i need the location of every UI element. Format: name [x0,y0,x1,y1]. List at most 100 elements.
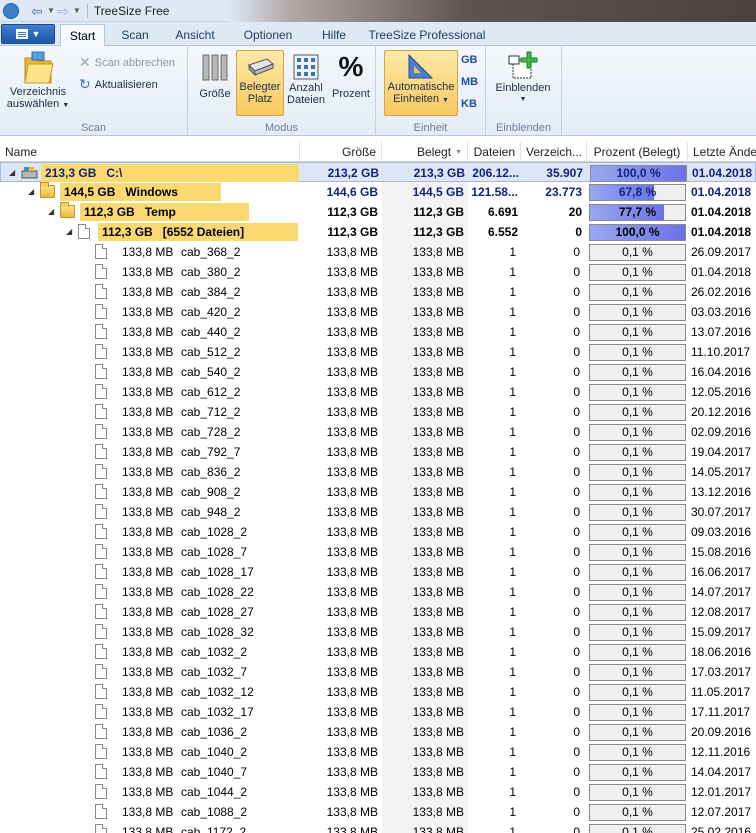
forward-arrow-icon[interactable]: ⇨ [55,3,71,19]
column-header-verzeichnisse[interactable]: Verzeich... [521,142,587,162]
file-icon [95,724,107,739]
table-row[interactable]: 133,8 MB cab_836_2 133,8 MB 133,8 MB 1 0 0,1 %… [0,462,756,482]
cell-letzte-aenderung: 16.04.2016 [691,365,752,379]
table-row[interactable]: 133,8 MB cab_1040_7 133,8 MB 133,8 MB 1 0 0,1 … [0,762,756,782]
cell-groesse: 133,8 MB [326,725,378,739]
table-row[interactable]: 133,8 MB cab_948_2 133,8 MB 133,8 MB 1 0 0,1 %… [0,502,756,522]
file-name-label: cab_908_2 [181,485,241,499]
tab-hilfe[interactable]: Hilfe [314,24,354,46]
table-row[interactable]: 133,8 MB cab_1028_2 133,8 MB 133,8 MB 1 0 0,1 … [0,522,756,542]
column-header-letzte-aenderung[interactable]: Letzte Ände [688,142,756,162]
file-name-label: cab_1040_2 [181,745,248,759]
table-row[interactable]: 133,8 MB cab_908_2 133,8 MB 133,8 MB 1 0 0,1 %… [0,482,756,502]
tab-optionen[interactable]: Optionen [236,24,300,46]
app-menu-button[interactable]: ▼ [1,24,55,44]
cell-belegt: 133,8 MB [412,525,464,539]
percent-bar: 100,0 % [589,224,686,241]
tab-start[interactable]: Start [60,24,105,47]
column-header-belegt[interactable]: Belegt ▼ [382,142,468,162]
table-row[interactable]: 133,8 MB cab_612_2 133,8 MB 133,8 MB 1 0 0,1 %… [0,382,756,402]
table-row[interactable]: 133,8 MB cab_1040_2 133,8 MB 133,8 MB 1 0 0,1 … [0,742,756,762]
table-row[interactable]: 133,8 MB cab_1044_2 133,8 MB 133,8 MB 1 0 0,1 … [0,782,756,802]
expand-collapse-icon[interactable]: ◢ [48,207,54,216]
cell-letzte-aenderung: 25.02.2016 [691,825,752,833]
unit-mb-button[interactable]: MB [461,76,478,88]
percent-bar-text: 0,1 % [622,605,653,619]
tree-grid[interactable]: Name Größe Belegt ▼ Dateien Verzeich... P… [0,136,756,833]
table-row[interactable]: 133,8 MB cab_1028_27 133,8 MB 133,8 MB 1 0 0,1… [0,602,756,622]
table-row[interactable]: 133,8 MB cab_712_2 133,8 MB 133,8 MB 1 0 0,1 %… [0,402,756,422]
file-size-label: 133,8 MB [122,645,174,659]
table-row[interactable]: 133,8 MB cab_512_2 133,8 MB 133,8 MB 1 0 0,1 %… [0,342,756,362]
forward-dropdown-icon[interactable]: ▼ [73,6,81,15]
back-dropdown-icon[interactable]: ▼ [47,6,55,15]
treesize-app-icon[interactable] [3,2,19,19]
scan-abort-button[interactable]: ✕ Scan abbrechen [79,54,175,71]
unit-gb-button[interactable]: GB [461,54,478,66]
table-row[interactable]: 133,8 MB cab_1032_2 133,8 MB 133,8 MB 1 0 0,1 … [0,642,756,662]
refresh-button[interactable]: ↻ Aktualisieren [79,76,158,93]
mode-file-count-label-2: Dateien [287,94,325,106]
cell-groesse: 144,6 GB [326,185,378,199]
tab-scan[interactable]: Scan [113,24,157,46]
table-row[interactable]: 133,8 MB cab_1028_22 133,8 MB 133,8 MB 1 0 0,1… [0,582,756,602]
cell-verzeichnisse: 0 [573,505,580,519]
expand-collapse-icon[interactable]: ◢ [28,187,34,196]
table-row[interactable]: 133,8 MB cab_380_2 133,8 MB 133,8 MB 1 0 0,1 %… [0,262,756,282]
cell-dateien: 1 [509,605,516,619]
expand-collapse-icon[interactable]: ◢ [9,168,15,177]
file-count-icon [293,54,319,80]
table-row[interactable]: 133,8 MB cab_1028_7 133,8 MB 133,8 MB 1 0 0,1 … [0,542,756,562]
table-row[interactable]: ◢ 112,3 GB [6552 Dateien] 112,3 GB 112,3 GB… [0,222,756,242]
cell-groesse: 133,8 MB [326,285,378,299]
table-row[interactable]: 133,8 MB cab_440_2 133,8 MB 133,8 MB 1 0 0,1 %… [0,322,756,342]
column-header-dateien[interactable]: Dateien [468,142,521,162]
table-row[interactable]: 133,8 MB cab_792_7 133,8 MB 133,8 MB 1 0 0,1 %… [0,442,756,462]
cell-belegt: 133,8 MB [412,485,464,499]
expand-collapse-icon[interactable]: ◢ [66,227,72,236]
table-row[interactable]: 133,8 MB cab_1036_2 133,8 MB 133,8 MB 1 0 0,1 … [0,722,756,742]
cell-belegt: 133,8 MB [412,325,464,339]
mode-size-button[interactable]: Größe [196,52,234,102]
table-row[interactable]: 133,8 MB cab_420_2 133,8 MB 133,8 MB 1 0 0,1 %… [0,302,756,322]
column-header-name[interactable]: Name [0,142,300,162]
file-icon [95,704,107,719]
cell-groesse: 133,8 MB [326,585,378,599]
auto-units-label-2: Einheiten [393,93,439,105]
auto-units-button[interactable]: Automatische Einheiten ▼ [384,50,458,116]
table-row[interactable]: 133,8 MB cab_728_2 133,8 MB 133,8 MB 1 0 0,1 %… [0,422,756,442]
column-header-prozent[interactable]: Prozent (Belegt) [587,142,688,162]
table-row[interactable]: 133,8 MB cab_1032_17 133,8 MB 133,8 MB 1 0 0,1… [0,702,756,722]
table-row[interactable]: ◢ 112,3 GB Temp 112,3 GB 112,3 GB 6.691 20 77,… [0,202,756,222]
percent-bar-text: 0,1 % [622,805,653,819]
show-panels-button[interactable]: Einblenden ▼ [492,50,554,110]
table-row[interactable]: ◢ 213,3 GB C:\ 213,2 GB 213,3 GB 206.12... 35… [0,162,756,182]
table-row[interactable]: 133,8 MB cab_1032_7 133,8 MB 133,8 MB 1 0 0,1 … [0,662,756,682]
group-modus: Größe Belegter Platz Anzahl Dateien % Pr… [188,46,376,136]
column-header-groesse[interactable]: Größe [300,142,382,162]
file-name-label: cab_1036_2 [181,725,248,739]
unit-kb-button[interactable]: KB [461,98,477,110]
table-row[interactable]: 133,8 MB cab_1172_2 133,8 MB 133,8 MB 1 0 0,1 … [0,822,756,833]
table-row[interactable]: 133,8 MB cab_540_2 133,8 MB 133,8 MB 1 0 0,1 %… [0,362,756,382]
file-size-label: 133,8 MB [122,785,174,799]
ribbon-tabs: ▼ Start Scan Ansicht Optionen Hilfe Tree… [0,22,756,47]
table-row[interactable]: 133,8 MB cab_368_2 133,8 MB 133,8 MB 1 0 0,1 %… [0,242,756,262]
mode-percent-button[interactable]: % Prozent [329,52,373,102]
select-directory-button[interactable]: Verzeichnis auswählen ▼ [4,50,72,120]
mode-allocated-space-button[interactable]: Belegter Platz [236,50,284,116]
back-arrow-icon[interactable]: ⇦ [29,3,45,19]
mode-file-count-button[interactable]: Anzahl Dateien [285,52,327,114]
table-row[interactable]: 133,8 MB cab_1028_32 133,8 MB 133,8 MB 1 0 0,1… [0,622,756,642]
tree-node-label: 144,5 GB Windows [60,183,298,201]
file-icon [95,564,107,579]
table-row[interactable]: ◢ 144,5 GB Windows 144,6 GB 144,5 GB 121.58.… [0,182,756,202]
table-row[interactable]: 133,8 MB cab_384_2 133,8 MB 133,8 MB 1 0 0,1 %… [0,282,756,302]
tab-ansicht[interactable]: Ansicht [168,24,222,46]
table-row[interactable]: 133,8 MB cab_1028_17 133,8 MB 133,8 MB 1 0 0,1… [0,562,756,582]
percent-bar: 0,1 % [589,424,686,441]
table-row[interactable]: 133,8 MB cab_1088_2 133,8 MB 133,8 MB 1 0 0,1 … [0,802,756,822]
tab-treesize-professional[interactable]: TreeSize Professional [365,24,489,46]
table-row[interactable]: 133,8 MB cab_1032_12 133,8 MB 133,8 MB 1 0 0,1… [0,682,756,702]
cell-belegt: 133,8 MB [412,305,464,319]
